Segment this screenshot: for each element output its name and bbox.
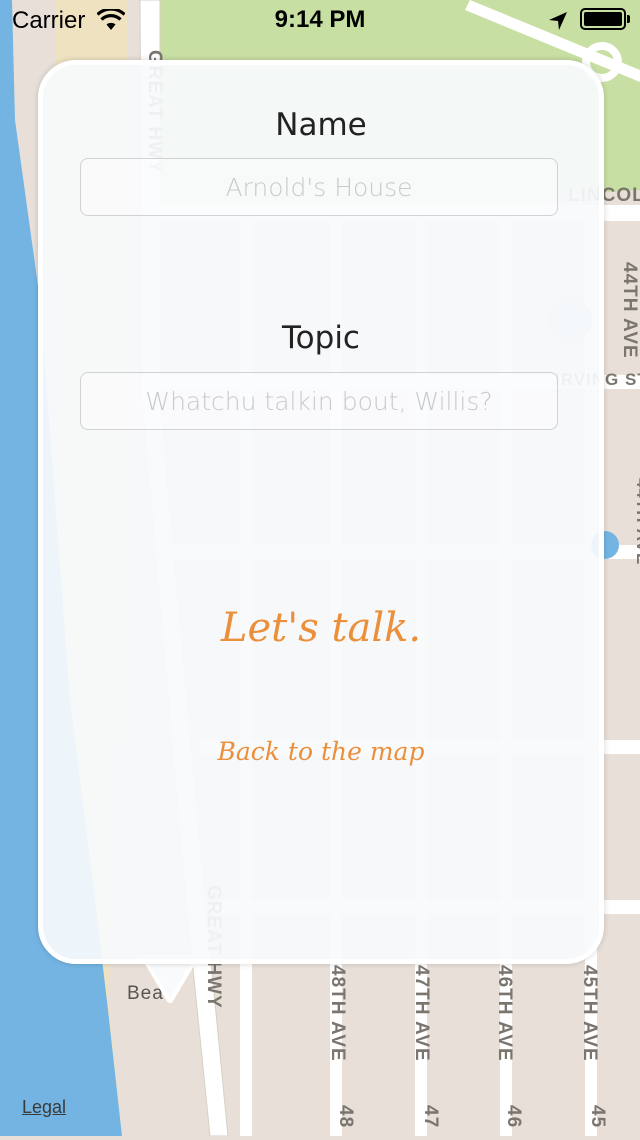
battery-icon — [580, 8, 630, 30]
street-number: 46 — [503, 1105, 524, 1129]
location-arrow-icon — [548, 11, 568, 35]
clock: 9:14 PM — [274, 6, 366, 33]
street-label: 47TH AVE — [411, 965, 432, 1062]
street-number: 48 — [335, 1105, 356, 1129]
name-input[interactable] — [80, 158, 558, 216]
street-label: 46TH AVE — [494, 965, 515, 1062]
street-number: 47 — [420, 1105, 441, 1129]
street-number: 45 — [587, 1105, 608, 1129]
status-bar: Carrier 9:14 PM — [0, 0, 640, 40]
street-label: 44TH AVE — [633, 478, 640, 566]
topic-input[interactable] — [80, 372, 558, 430]
back-to-map-button[interactable]: Back to the map — [43, 737, 599, 766]
chat-setup-popup: Name Topic Let's talk. Back to the map — [38, 60, 604, 964]
street-label: 48TH AVE — [327, 965, 348, 1062]
topic-label: Topic — [282, 320, 360, 356]
lets-talk-button[interactable]: Let's talk. — [43, 605, 599, 651]
street-label: 45TH AVE — [579, 965, 600, 1062]
name-label: Name — [275, 107, 367, 143]
street-label: 44TH AVE — [619, 262, 640, 359]
legal-link[interactable]: Legal — [22, 1097, 66, 1118]
